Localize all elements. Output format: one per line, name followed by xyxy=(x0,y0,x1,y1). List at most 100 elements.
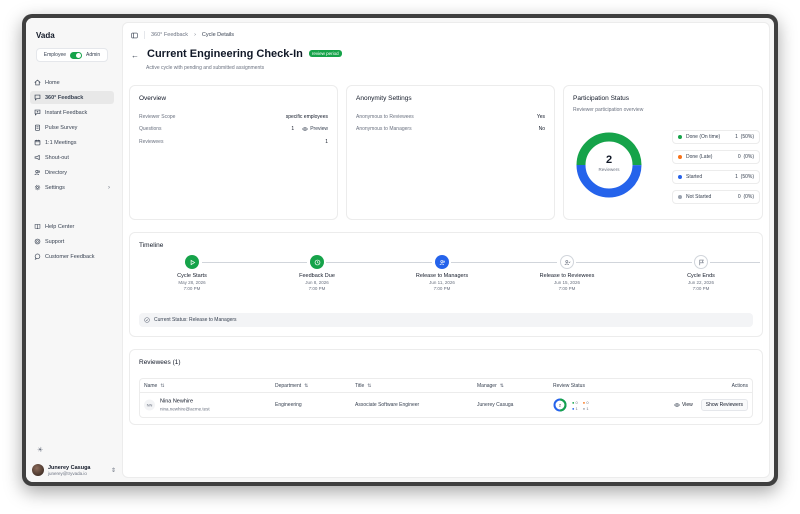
legend-count: 1 (50%) xyxy=(735,174,754,180)
step-date: May 28, 2026 xyxy=(178,280,206,285)
timeline-step-cycle-starts: Cycle Starts May 28, 2026 7:00 PM xyxy=(152,255,232,291)
anonymity-label: Anonymous to Managers xyxy=(356,126,412,132)
step-time: 7:00 PM xyxy=(433,286,451,291)
overview-card: Overview Reviewer Scope specific employe… xyxy=(129,85,338,220)
primary-nav: Home 360° Feedback Instant Feedback Puls… xyxy=(30,76,114,196)
legend-label: Started xyxy=(686,174,703,180)
timeline-step-release-managers: Release to Managers Jun 11, 2026 7:00 PM xyxy=(402,255,482,291)
step-label: Release to Managers xyxy=(415,273,469,279)
preview-button[interactable]: Preview xyxy=(302,126,328,132)
mode-toggle[interactable]: Employee Admin xyxy=(36,48,108,62)
reviewee-name: Nina Newhire xyxy=(160,398,194,405)
overview-row-reviewees: Reviewees 1 xyxy=(139,139,328,145)
sidebar-item-customer-feedback[interactable]: Customer Feedback xyxy=(30,250,114,263)
anonymity-label: Anonymous to Reviewees xyxy=(356,114,414,120)
mode-switch[interactable] xyxy=(70,51,83,59)
main-panel: 360° Feedback › Cycle Details ← Current … xyxy=(122,22,770,478)
timeline-step-cycle-ends: Cycle Ends Jun 22, 2026 7:00 PM xyxy=(661,255,741,291)
legend-dot xyxy=(678,135,682,139)
clock-icon xyxy=(310,255,324,269)
anonymity-value: Yes xyxy=(536,114,545,120)
user-check-icon xyxy=(560,255,574,269)
sort-icon: ⇅ xyxy=(304,382,309,389)
user-email: junerey@tryvada.io xyxy=(48,470,87,476)
chevron-right-icon: › xyxy=(108,184,110,191)
theme-toggle-icon[interactable]: ☀ xyxy=(37,446,43,454)
overview-value: 1 xyxy=(325,139,328,145)
user-menu[interactable]: Junerey Casuga junerey@tryvada.io ⇕ xyxy=(32,462,116,478)
user-name: Junerey Casuga xyxy=(48,464,91,471)
legend-label: Done (On time) xyxy=(686,134,721,140)
reviewee-manager: Junerey Casuga xyxy=(477,402,514,408)
preview-label: Preview xyxy=(310,126,328,132)
overview-title: Overview xyxy=(139,95,167,102)
sidebar-item-instant-feedback[interactable]: Instant Feedback xyxy=(30,106,114,119)
clipboard-icon xyxy=(35,124,40,131)
sort-icon: ⇅ xyxy=(367,382,372,389)
sidebar-item-label: Customer Feedback xyxy=(45,253,95,260)
participation-subtitle: Reviewer participation overview xyxy=(573,107,644,113)
column-review-status: Review Status xyxy=(553,382,585,389)
legend-done-on-time: Done (On time) 1 (50%) xyxy=(672,130,760,144)
donut-center-value: 2 xyxy=(605,154,613,166)
mode-employee-label: Employee xyxy=(43,52,67,58)
column-title[interactable]: Title ⇅ xyxy=(355,383,371,389)
sidebar-item-pulse-survey[interactable]: Pulse Survey xyxy=(30,121,114,134)
table-row: NN Nina Newhire nina.newhire@acme.test E… xyxy=(140,393,752,417)
step-label: Cycle Ends xyxy=(687,273,715,279)
step-time: 7:00 PM xyxy=(183,286,201,291)
legend-label: Done (Late) xyxy=(686,154,713,160)
sidebar-item-support[interactable]: Support xyxy=(30,235,114,248)
gear-icon xyxy=(34,184,41,191)
status-count-started: ● 1 xyxy=(572,405,578,411)
sidebar-item-meetings[interactable]: 1:1 Meetings xyxy=(30,136,114,149)
sidebar-item-label: Pulse Survey xyxy=(45,124,78,131)
current-status-bar: Current Status: Release to Managers xyxy=(139,313,753,327)
overview-label: Questions xyxy=(139,126,162,132)
breadcrumb-current: Cycle Details xyxy=(201,32,234,38)
page-header: ← Current Engineering Check-In review pe… xyxy=(131,47,342,60)
column-department[interactable]: Department ⇅ xyxy=(275,383,308,389)
device-frame: Vada Employee Admin Home 360° Feedback I… xyxy=(22,14,778,486)
avatar: NN xyxy=(144,399,155,411)
sidebar-item-directory[interactable]: Directory xyxy=(30,166,114,179)
column-name[interactable]: Name ⇅ xyxy=(144,383,165,389)
sidebar-toggle-icon[interactable] xyxy=(131,32,138,39)
sidebar-item-label: 360° Feedback xyxy=(45,94,84,101)
back-arrow-icon[interactable]: ← xyxy=(131,51,139,60)
breadcrumb-divider xyxy=(144,31,145,39)
calendar-icon xyxy=(34,139,41,146)
users-icon xyxy=(435,255,449,269)
column-actions: Actions xyxy=(731,382,748,389)
step-label: Feedback Due xyxy=(299,273,335,279)
overview-label: Reviewees xyxy=(139,139,164,145)
step-date: Jun 8, 2026 xyxy=(305,280,329,285)
view-button[interactable]: View xyxy=(670,400,697,410)
svg-text:2: 2 xyxy=(559,403,562,408)
show-reviewers-button[interactable]: Show Reviewers xyxy=(700,399,748,411)
step-time: 7:00 PM xyxy=(558,286,576,291)
breadcrumb-parent[interactable]: 360° Feedback xyxy=(151,32,188,38)
mode-admin-label: Admin xyxy=(86,52,101,58)
eye-icon xyxy=(302,127,308,131)
legend-done-late: Done (Late) 0 (0%) xyxy=(672,150,760,164)
anonymity-row-reviewees: Anonymous to Reviewees Yes xyxy=(356,114,545,120)
review-status-cell: 2 ● 0 ● 0 ● 1 ● 1 xyxy=(553,398,589,412)
column-manager[interactable]: Manager ⇅ xyxy=(477,383,504,389)
anonymity-value: No xyxy=(538,126,545,132)
sidebar-item-shout-out[interactable]: Shout-out xyxy=(30,151,114,164)
secondary-nav: Help Center Support Customer Feedback xyxy=(30,220,114,265)
table-header: Name ⇅ Department ⇅ Title ⇅ Manager ⇅ Review… xyxy=(140,379,752,393)
chevron-up-down-icon: ⇕ xyxy=(110,467,116,474)
step-label: Cycle Starts xyxy=(177,273,207,279)
sidebar-item-help-center[interactable]: Help Center xyxy=(30,220,114,233)
review-status-mini-donut: 2 xyxy=(553,398,567,412)
sidebar-item-settings[interactable]: Settings › xyxy=(30,181,114,194)
overview-row-questions: Questions 1 Preview xyxy=(139,126,328,132)
chevron-right-icon: › xyxy=(194,32,196,38)
sidebar-item-home[interactable]: Home xyxy=(30,76,114,89)
sidebar-item-360-feedback[interactable]: 360° Feedback xyxy=(30,91,114,104)
step-date: Jun 11, 2026 xyxy=(429,280,455,285)
avatar xyxy=(32,464,44,476)
legend-count: 1 (50%) xyxy=(735,134,754,140)
